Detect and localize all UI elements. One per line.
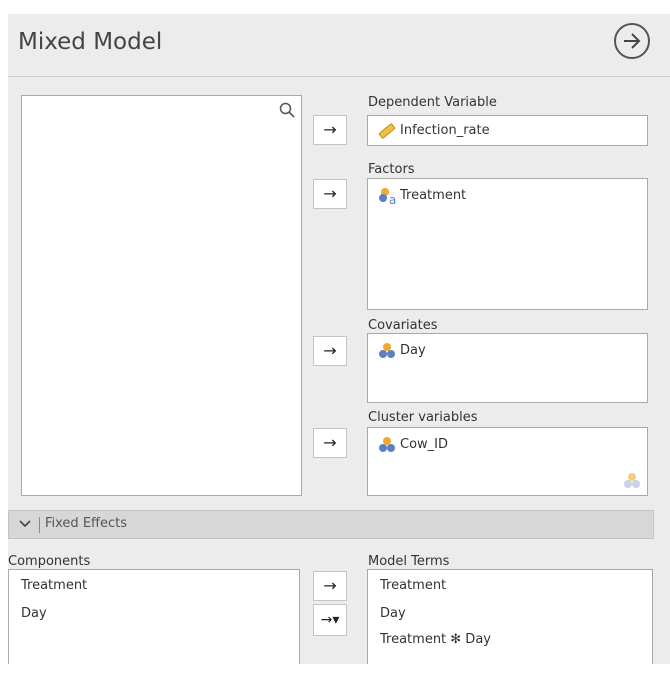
- component-item[interactable]: Treatment: [21, 578, 87, 593]
- variable-icon: [379, 437, 395, 452]
- model-terms-list[interactable]: Treatment Day Treatment ✻ Day: [367, 569, 653, 664]
- cluster-item-label: Cow_ID: [400, 437, 449, 452]
- move-to-dependent-button[interactable]: →: [313, 115, 347, 145]
- component-item[interactable]: Day: [21, 606, 47, 621]
- chevron-down-icon: [19, 520, 31, 528]
- factor-item-label: Treatment: [400, 188, 467, 203]
- nominal-variable-icon: a: [379, 188, 396, 205]
- section-separator: [39, 517, 40, 533]
- cluster-variables-label: Cluster variables: [368, 410, 478, 425]
- search-icon[interactable]: [279, 102, 295, 118]
- factor-item[interactable]: a Treatment: [379, 188, 467, 205]
- model-term-item[interactable]: Day: [380, 606, 406, 621]
- analysis-panel: Mixed Model → Dependent Variable Infecti…: [8, 14, 670, 664]
- fixed-effects-section-header[interactable]: Fixed Effects: [8, 510, 654, 539]
- model-term-item[interactable]: Treatment: [380, 578, 446, 593]
- model-term-item[interactable]: Treatment ✻ Day: [380, 632, 491, 647]
- dependent-variable-field[interactable]: Infection_rate: [367, 115, 648, 146]
- arrow-right-icon: [624, 33, 641, 49]
- ruler-icon: [378, 123, 396, 139]
- add-interaction-dropdown-button[interactable]: →▾: [313, 604, 347, 636]
- factors-label: Factors: [368, 162, 415, 177]
- covariate-item[interactable]: Day: [379, 343, 426, 358]
- covariate-item-label: Day: [400, 343, 426, 358]
- dependent-variable-label: Dependent Variable: [368, 95, 497, 110]
- title-divider: [8, 76, 670, 77]
- svg-text:a: a: [389, 193, 396, 205]
- variables-list[interactable]: [21, 95, 302, 496]
- move-to-cluster-button[interactable]: →: [313, 428, 347, 458]
- factors-list[interactable]: a Treatment: [367, 178, 648, 310]
- components-label: Components: [8, 554, 91, 569]
- cluster-item[interactable]: Cow_ID: [379, 437, 449, 452]
- variable-type-hint-icon: [624, 473, 640, 488]
- move-to-covariates-button[interactable]: →: [313, 336, 347, 366]
- model-terms-label: Model Terms: [368, 554, 450, 569]
- page-title: Mixed Model: [18, 29, 163, 55]
- variable-icon: [379, 343, 395, 358]
- cluster-variables-list[interactable]: Cow_ID: [367, 427, 648, 496]
- dependent-variable-item[interactable]: Infection_rate: [378, 123, 490, 139]
- fixed-effects-title: Fixed Effects: [45, 516, 128, 531]
- run-analysis-button[interactable]: [614, 23, 650, 59]
- add-model-term-button[interactable]: →: [313, 571, 347, 601]
- components-list[interactable]: Treatment Day: [8, 569, 300, 664]
- covariates-label: Covariates: [368, 318, 438, 333]
- move-to-factors-button[interactable]: →: [313, 179, 347, 209]
- dependent-variable-value: Infection_rate: [400, 123, 490, 138]
- covariates-list[interactable]: Day: [367, 333, 648, 403]
